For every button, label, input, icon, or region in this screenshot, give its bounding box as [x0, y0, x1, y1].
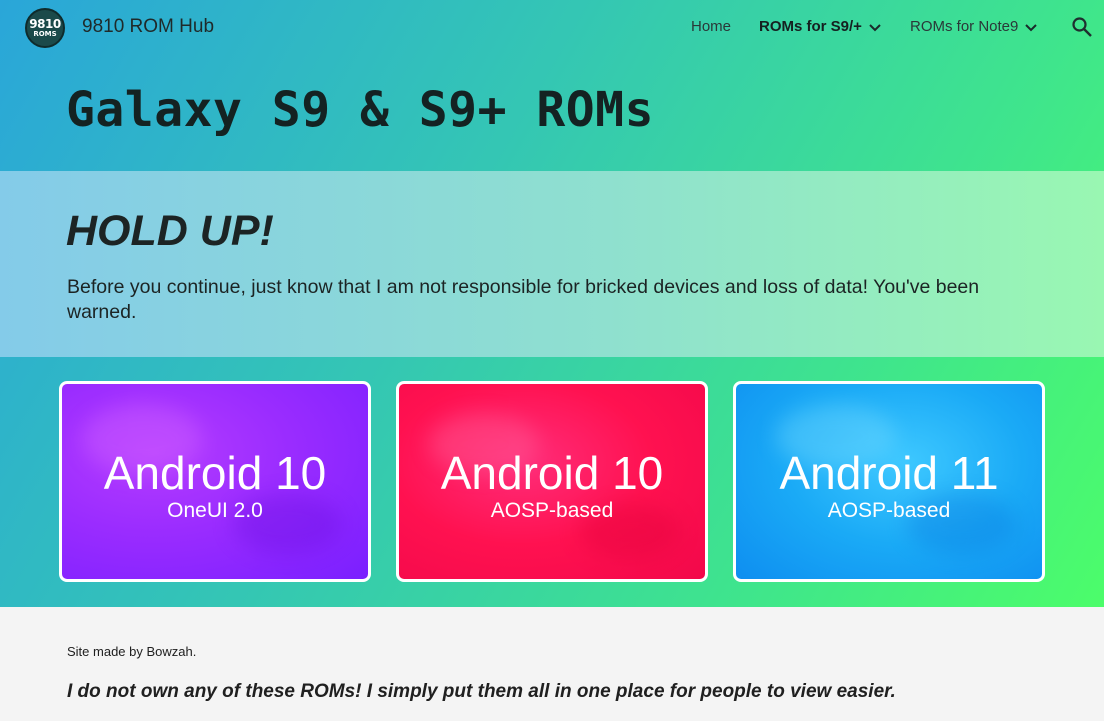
nav-roms-note9-label: ROMs for Note9 — [910, 18, 1019, 35]
card-android10-aosp[interactable]: Android 10 AOSP-based — [396, 381, 708, 582]
nav-home-label: Home — [691, 18, 732, 35]
page-title: Galaxy S9 & S9+ ROMs — [66, 82, 654, 138]
site-logo[interactable]: 9810 ROMS — [25, 8, 65, 48]
card-subtitle: AOSP-based — [490, 498, 614, 522]
nav-roms-note9[interactable]: ROMs for Note9 — [910, 18, 1038, 35]
card-subtitle: OneUI 2.0 — [167, 498, 263, 522]
card-android11-aosp[interactable]: Android 11 AOSP-based — [733, 381, 1045, 582]
card-title: Android 11 — [779, 446, 999, 499]
warning-text: Before you continue, just know that I am… — [67, 276, 980, 323]
warning-banner: HOLD UP! Before you continue, just know … — [0, 171, 1104, 357]
nav-home[interactable]: Home — [691, 18, 731, 35]
top-navigation-bar: 9810 ROMS 9810 ROM Hub Home ROMs for S9/… — [0, 0, 1104, 56]
chevron-down-icon[interactable] — [868, 20, 882, 34]
card-title: Android 10 — [440, 446, 664, 499]
card-subtitle: AOSP-based — [827, 498, 951, 522]
warning-heading: HOLD UP! — [66, 207, 274, 255]
nav-roms-s9-label: ROMs for S9/+ — [759, 18, 862, 35]
chevron-down-icon[interactable] — [1024, 20, 1038, 34]
card-title: Android 10 — [103, 446, 327, 499]
site-title[interactable]: 9810 ROM Hub — [82, 16, 214, 38]
footer-credit: Site made by Bowzah. — [67, 644, 197, 659]
footer-disclaimer: I do not own any of these ROMs! I simply… — [67, 681, 896, 702]
card-android10-oneui[interactable]: Android 10 OneUI 2.0 — [59, 381, 371, 582]
nav-roms-s9[interactable]: ROMs for S9/+ — [759, 18, 882, 35]
search-icon[interactable] — [1071, 16, 1093, 38]
